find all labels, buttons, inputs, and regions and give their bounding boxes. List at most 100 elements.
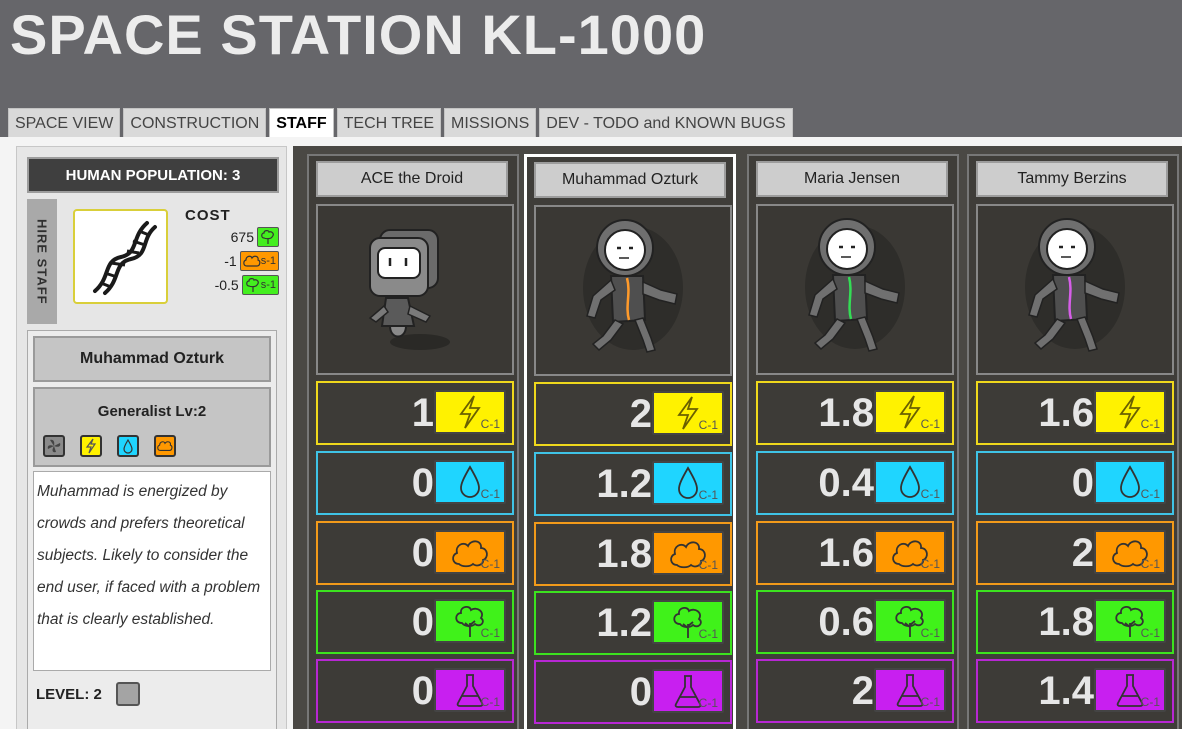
rate-suffix: C-1 (920, 626, 940, 640)
cloud-icon (154, 435, 176, 457)
rate-suffix: C-1 (920, 487, 940, 501)
tab-staff[interactable]: STAFF (269, 108, 334, 139)
stat-water: 1.2 C-1 (534, 452, 732, 516)
cloud-icon: C-1 (1094, 530, 1166, 574)
staff-card[interactable]: Muhammad Ozturk 2 C-1 1.2 C-1 1.8 C-1 1.2 C-1 0 C-… (524, 154, 736, 729)
hire-panel: HUMAN POPULATION: 3 HIRE STAFF COST 675 … (16, 146, 287, 729)
rate-suffix: s-1 (260, 278, 276, 291)
tree-icon: s-1 (241, 274, 279, 295)
rate-suffix: C-1 (698, 488, 718, 502)
droplet-icon: C-1 (652, 461, 724, 505)
stat-value: 0.6 (818, 600, 874, 644)
stat-value: 1.6 (1038, 391, 1094, 435)
stat-value: 0 (411, 531, 434, 575)
rate-suffix: C-1 (1140, 417, 1160, 431)
rate-suffix: C-1 (920, 417, 940, 431)
staff-card[interactable]: Maria Jensen 1.8 C-1 0.4 C-1 1.6 C-1 0.6 C-1 2 C-1 (747, 154, 959, 729)
tree-icon: C-1 (652, 600, 724, 644)
tab-bar: SPACE VIEW CONSTRUCTION STAFF TECH TREE … (8, 108, 793, 139)
flask-icon: C-1 (1094, 668, 1166, 712)
droplet-icon: C-1 (434, 460, 506, 504)
staff-grid: ACE the Droid 1 C-1 0 C-1 0 C-1 0 C-1 0 C-1 Muhamma… (293, 146, 1182, 729)
stat-science: 1.4 C-1 (976, 659, 1174, 723)
staff-name: Maria Jensen (756, 161, 948, 197)
stat-value: 1.4 (1038, 669, 1094, 713)
stat-heat: 2 C-1 (976, 521, 1174, 585)
tab-space-view[interactable]: SPACE VIEW (8, 108, 121, 137)
hire-staff-tab[interactable]: HIRE STAFF (27, 199, 57, 324)
tree-icon: C-1 (434, 599, 506, 643)
stat-value: 0.4 (818, 461, 874, 505)
staff-page: HUMAN POPULATION: 3 HIRE STAFF COST 675 … (0, 137, 1182, 729)
droplet-icon (117, 435, 139, 457)
tab-dev-todo[interactable]: DEV - TODO and KNOWN BUGS (539, 108, 793, 137)
rate-suffix: C-1 (920, 557, 940, 571)
staff-card[interactable]: ACE the Droid 1 C-1 0 C-1 0 C-1 0 C-1 0 C-1 (307, 154, 519, 729)
cloud-icon: C-1 (434, 530, 506, 574)
lightning-icon: C-1 (434, 390, 506, 434)
stat-science: 2 C-1 (756, 659, 954, 723)
flask-icon: C-1 (652, 669, 724, 713)
staff-detail: Muhammad Ozturk Generalist Lv:2 Muhammad… (27, 330, 277, 729)
stat-water: 0 C-1 (316, 451, 514, 515)
lightning-icon: C-1 (1094, 390, 1166, 434)
cost-value: 675 (230, 228, 254, 245)
stat-energy: 2 C-1 (534, 382, 732, 446)
stat-value: 1.8 (1038, 600, 1094, 644)
tab-missions[interactable]: MISSIONS (444, 108, 537, 137)
astronaut-portrait (756, 204, 954, 375)
stat-bio: 0 C-1 (316, 590, 514, 654)
stat-value: 1.6 (818, 531, 874, 575)
stat-bio: 1.8 C-1 (976, 590, 1174, 654)
stat-value: 2 (851, 669, 874, 713)
tab-tech-tree[interactable]: TECH TREE (336, 108, 442, 137)
stat-value: 2 (1071, 531, 1094, 575)
stat-energy: 1.8 C-1 (756, 381, 954, 445)
cloud-icon: s-1 (239, 250, 279, 271)
fan-icon (43, 435, 65, 457)
rate-suffix: C-1 (1140, 695, 1160, 709)
stat-science: 0 C-1 (316, 659, 514, 723)
selected-staff-name: Muhammad Ozturk (33, 336, 271, 382)
stat-value: 1.2 (596, 601, 652, 645)
stat-value: 0 (411, 669, 434, 713)
tree-icon: C-1 (874, 599, 946, 643)
rate-suffix: C-1 (698, 627, 718, 641)
flask-icon: C-1 (434, 668, 506, 712)
stat-heat: 1.8 C-1 (534, 522, 732, 586)
stat-bio: 0.6 C-1 (756, 590, 954, 654)
stat-water: 0 C-1 (976, 451, 1174, 515)
tab-construction[interactable]: CONSTRUCTION (123, 108, 267, 137)
stat-value: 1.8 (596, 532, 652, 576)
stat-value: 1.2 (596, 462, 652, 506)
staff-class-label: Generalist Lv:2 (97, 403, 207, 420)
staff-class-box: Generalist Lv:2 (33, 387, 271, 467)
stat-value: 0 (1071, 461, 1094, 505)
cost-row: 675 (185, 225, 279, 248)
stat-heat: 0 C-1 (316, 521, 514, 585)
staff-name: Tammy Berzins (976, 161, 1168, 197)
level-label: LEVEL: 2 (36, 685, 102, 703)
stat-energy: 1 C-1 (316, 381, 514, 445)
stat-value: 2 (629, 392, 652, 436)
game-title: SPACE STATION KL-1000 (10, 3, 707, 66)
cost-row: -0.5 s-1 (185, 273, 279, 296)
staff-card[interactable]: Tammy Berzins 1.6 C-1 0 C-1 2 C-1 1.8 C-1 1.4 C-1 (967, 154, 1179, 729)
cost-value: -1 (224, 252, 237, 269)
rate-suffix: C-1 (698, 558, 718, 572)
staff-name: ACE the Droid (316, 161, 508, 197)
rate-suffix: C-1 (480, 626, 500, 640)
tree-icon: C-1 (1094, 599, 1166, 643)
stat-value: 1.8 (818, 391, 874, 435)
droplet-icon: C-1 (874, 460, 946, 504)
staff-description: Muhammad is energized by crowds and pref… (33, 471, 271, 671)
level-indicator[interactable] (115, 682, 140, 706)
hire-staff-button[interactable] (73, 209, 168, 304)
astronaut-portrait (534, 205, 732, 376)
cloud-icon: C-1 (652, 531, 724, 575)
stat-heat: 1.6 C-1 (756, 521, 954, 585)
stat-value: 1 (411, 391, 434, 435)
stat-science: 0 C-1 (534, 660, 732, 724)
droplet-icon: C-1 (1094, 460, 1166, 504)
staff-name: Muhammad Ozturk (534, 162, 726, 198)
